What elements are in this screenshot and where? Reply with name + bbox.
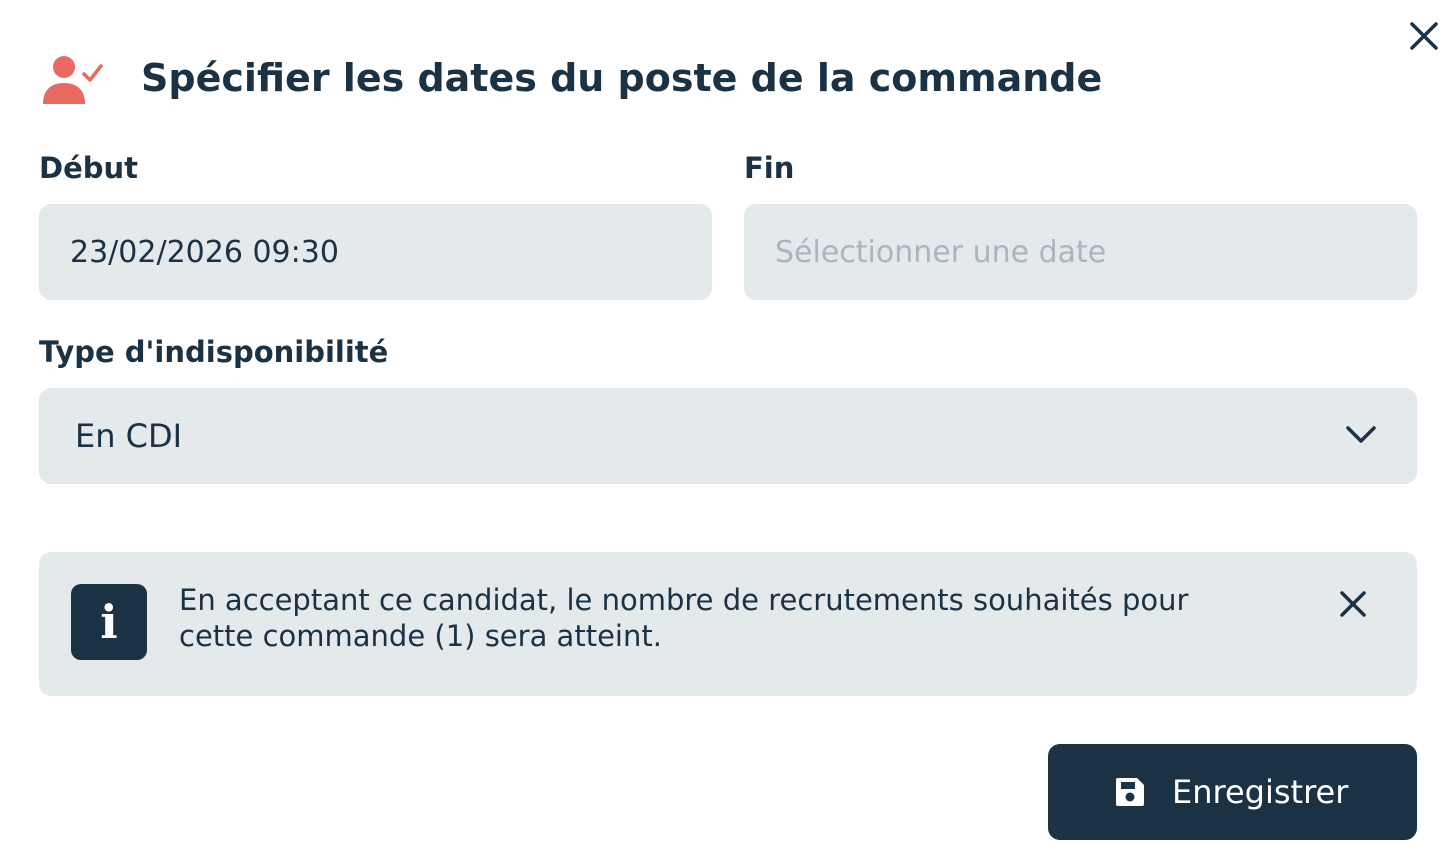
end-date-label: Fin [744, 151, 795, 185]
start-date-label: Début [39, 151, 139, 185]
close-icon[interactable] [1406, 18, 1442, 54]
user-check-icon [43, 56, 103, 104]
unavailability-type-value: En CDI [75, 417, 183, 455]
end-date-field[interactable] [744, 204, 1417, 300]
start-date-field[interactable] [39, 204, 712, 300]
start-date-input[interactable] [39, 204, 712, 300]
end-date-input[interactable] [744, 204, 1417, 300]
dialog: Spécifier les dates du poste de la comma… [0, 0, 1454, 852]
info-message: En acceptant ce candidat, le nombre de r… [179, 583, 1189, 653]
floppy-disk-icon [1116, 778, 1144, 806]
info-icon: i [71, 584, 147, 660]
dialog-title: Spécifier les dates du poste de la comma… [141, 56, 1103, 100]
unavailability-type-select[interactable]: En CDI [39, 388, 1417, 484]
save-button-label: Enregistrer [1172, 773, 1349, 811]
chevron-down-icon [1346, 426, 1376, 443]
info-alert: i En acceptant ce candidat, le nombre de… [39, 552, 1417, 696]
save-button[interactable]: Enregistrer [1048, 744, 1417, 840]
unavailability-type-label: Type d'indisponibilité [39, 335, 389, 369]
close-icon[interactable] [1337, 588, 1369, 620]
